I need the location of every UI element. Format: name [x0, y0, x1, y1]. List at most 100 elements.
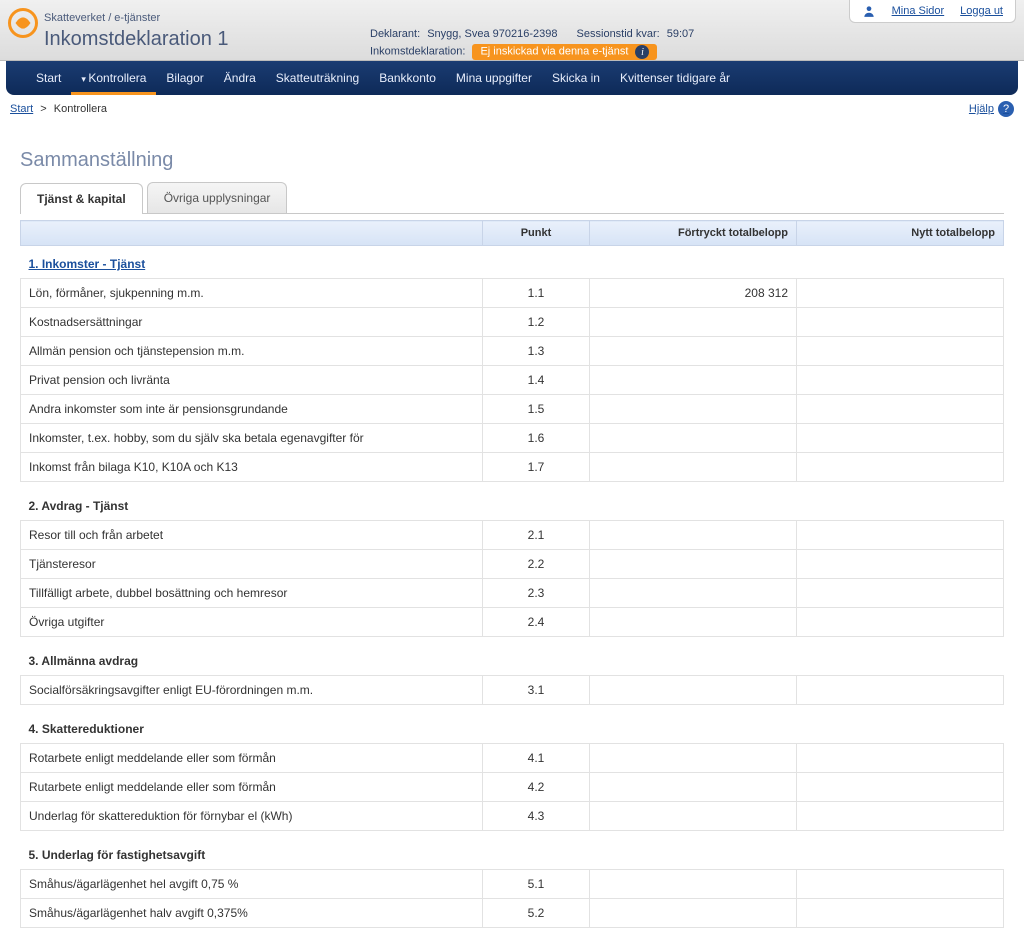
breadcrumb: Start > Kontrollera [10, 103, 107, 115]
table-row: Inkomster, t.ex. hobby, som du själv ska… [21, 424, 1004, 453]
row-label: Privat pension och livränta [21, 366, 483, 395]
nav-item-bilagor[interactable]: Bilagor [156, 61, 213, 95]
row-newtotal [797, 579, 1004, 608]
help-link[interactable]: Hjälp ? [969, 101, 1014, 117]
submission-info: Inkomstdeklaration: Ej inskickad via den… [370, 44, 657, 60]
row-newtotal [797, 744, 1004, 773]
row-label: Allmän pension och tjänstepension m.m. [21, 337, 483, 366]
page-title: Sammanställning [20, 149, 1004, 172]
row-pretotal [590, 424, 797, 453]
row-newtotal [797, 395, 1004, 424]
row-newtotal [797, 550, 1004, 579]
row-label: Rutarbete enligt meddelande eller som fö… [21, 773, 483, 802]
tab-tj-nst-kapital[interactable]: Tjänst & kapital [20, 183, 143, 214]
row-newtotal [797, 308, 1004, 337]
table-row: Småhus/ägarlägenhet halv avgift 0,375%5.… [21, 899, 1004, 928]
row-punkt: 4.1 [483, 744, 590, 773]
row-label: Underlag för skattereduktion för förnyba… [21, 802, 483, 831]
help-icon: ? [998, 101, 1014, 117]
section-header: 2. Avdrag - Tjänst [21, 482, 1004, 521]
row-punkt: 1.5 [483, 395, 590, 424]
row-label: Socialförsäkringsavgifter enligt EU-föro… [21, 676, 483, 705]
row-punkt: 3.1 [483, 676, 590, 705]
nav-item-kvittenser-tidigare-år[interactable]: Kvittenser tidigare år [610, 61, 740, 95]
row-newtotal [797, 453, 1004, 482]
summary-table: Punkt Förtryckt totalbelopp Nytt totalbe… [20, 220, 1004, 928]
row-pretotal [590, 453, 797, 482]
session-label: Sessionstid kvar: [577, 28, 660, 40]
nav-item-kontrollera[interactable]: Kontrollera [71, 61, 156, 95]
breadcrumb-row: Start > Kontrollera Hjälp ? [0, 95, 1024, 123]
user-area: Mina Sidor Logga ut [849, 0, 1016, 23]
row-label: Andra inkomster som inte är pensionsgrun… [21, 395, 483, 424]
col-header-newtotal: Nytt totalbelopp [797, 221, 1004, 246]
breadcrumb-sep: > [40, 103, 46, 115]
row-label: Resor till och från arbetet [21, 521, 483, 550]
row-pretotal [590, 550, 797, 579]
row-punkt: 4.3 [483, 802, 590, 831]
row-pretotal: 208 312 [590, 279, 797, 308]
row-newtotal [797, 899, 1004, 928]
declarant-label: Deklarant: [370, 28, 420, 40]
row-label: Rotarbete enligt meddelande eller som fö… [21, 744, 483, 773]
row-pretotal [590, 579, 797, 608]
row-label: Småhus/ägarlägenhet hel avgift 0,75 % [21, 870, 483, 899]
table-row: Andra inkomster som inte är pensionsgrun… [21, 395, 1004, 424]
row-pretotal [590, 899, 797, 928]
row-pretotal [590, 773, 797, 802]
col-header-label [21, 221, 483, 246]
row-label: Tillfälligt arbete, dubbel bosättning oc… [21, 579, 483, 608]
col-header-pretotal: Förtryckt totalbelopp [590, 221, 797, 246]
row-pretotal [590, 608, 797, 637]
table-row: Lön, förmåner, sjukpenning m.m.1.1208 31… [21, 279, 1004, 308]
row-pretotal [590, 395, 797, 424]
app-title: Inkomstdeklaration 1 [44, 28, 229, 51]
row-punkt: 1.7 [483, 453, 590, 482]
tab--vriga-upplysningar[interactable]: Övriga upplysningar [147, 182, 288, 213]
breadcrumb-start[interactable]: Start [10, 103, 33, 115]
table-row: Inkomst från bilaga K10, K10A och K131.7 [21, 453, 1004, 482]
row-punkt: 1.6 [483, 424, 590, 453]
row-pretotal [590, 366, 797, 395]
declarant-info: Deklarant: Snygg, Svea 970216-2398 Sessi… [370, 28, 694, 40]
row-pretotal [590, 521, 797, 550]
submission-status-chip: Ej inskickad via denna e-tjänst i [472, 44, 657, 60]
info-icon[interactable]: i [635, 45, 649, 59]
logout-link[interactable]: Logga ut [960, 5, 1003, 17]
row-newtotal [797, 366, 1004, 395]
row-pretotal [590, 870, 797, 899]
nav-item-ändra[interactable]: Ändra [214, 61, 266, 95]
nav-item-skicka-in[interactable]: Skicka in [542, 61, 610, 95]
section-link[interactable]: 1. Inkomster - Tjänst [29, 257, 146, 271]
nav-item-bankkonto[interactable]: Bankkonto [369, 61, 446, 95]
row-punkt: 2.4 [483, 608, 590, 637]
row-newtotal [797, 279, 1004, 308]
skatteverket-logo-icon [8, 8, 38, 38]
row-newtotal [797, 773, 1004, 802]
submission-label: Inkomstdeklaration: [370, 46, 465, 58]
row-punkt: 1.4 [483, 366, 590, 395]
row-pretotal [590, 337, 797, 366]
row-label: Småhus/ägarlägenhet halv avgift 0,375% [21, 899, 483, 928]
table-row: Socialförsäkringsavgifter enligt EU-föro… [21, 676, 1004, 705]
nav-item-skatteuträkning[interactable]: Skatteuträkning [266, 61, 369, 95]
row-punkt: 4.2 [483, 773, 590, 802]
row-pretotal [590, 308, 797, 337]
table-row: Tjänsteresor2.2 [21, 550, 1004, 579]
agency-line: Skatteverket / e-tjänster [44, 12, 160, 24]
row-punkt: 5.2 [483, 899, 590, 928]
row-newtotal [797, 337, 1004, 366]
breadcrumb-current: Kontrollera [54, 103, 107, 115]
row-label: Inkomster, t.ex. hobby, som du själv ska… [21, 424, 483, 453]
row-newtotal [797, 424, 1004, 453]
nav-item-start[interactable]: Start [26, 61, 71, 95]
mina-sidor-link[interactable]: Mina Sidor [892, 5, 945, 17]
table-row: Allmän pension och tjänstepension m.m.1.… [21, 337, 1004, 366]
section-header: 1. Inkomster - Tjänst [21, 246, 1004, 279]
nav-item-mina-uppgifter[interactable]: Mina uppgifter [446, 61, 542, 95]
row-pretotal [590, 676, 797, 705]
table-row: Underlag för skattereduktion för förnyba… [21, 802, 1004, 831]
row-label: Övriga utgifter [21, 608, 483, 637]
col-header-punkt: Punkt [483, 221, 590, 246]
row-punkt: 2.1 [483, 521, 590, 550]
